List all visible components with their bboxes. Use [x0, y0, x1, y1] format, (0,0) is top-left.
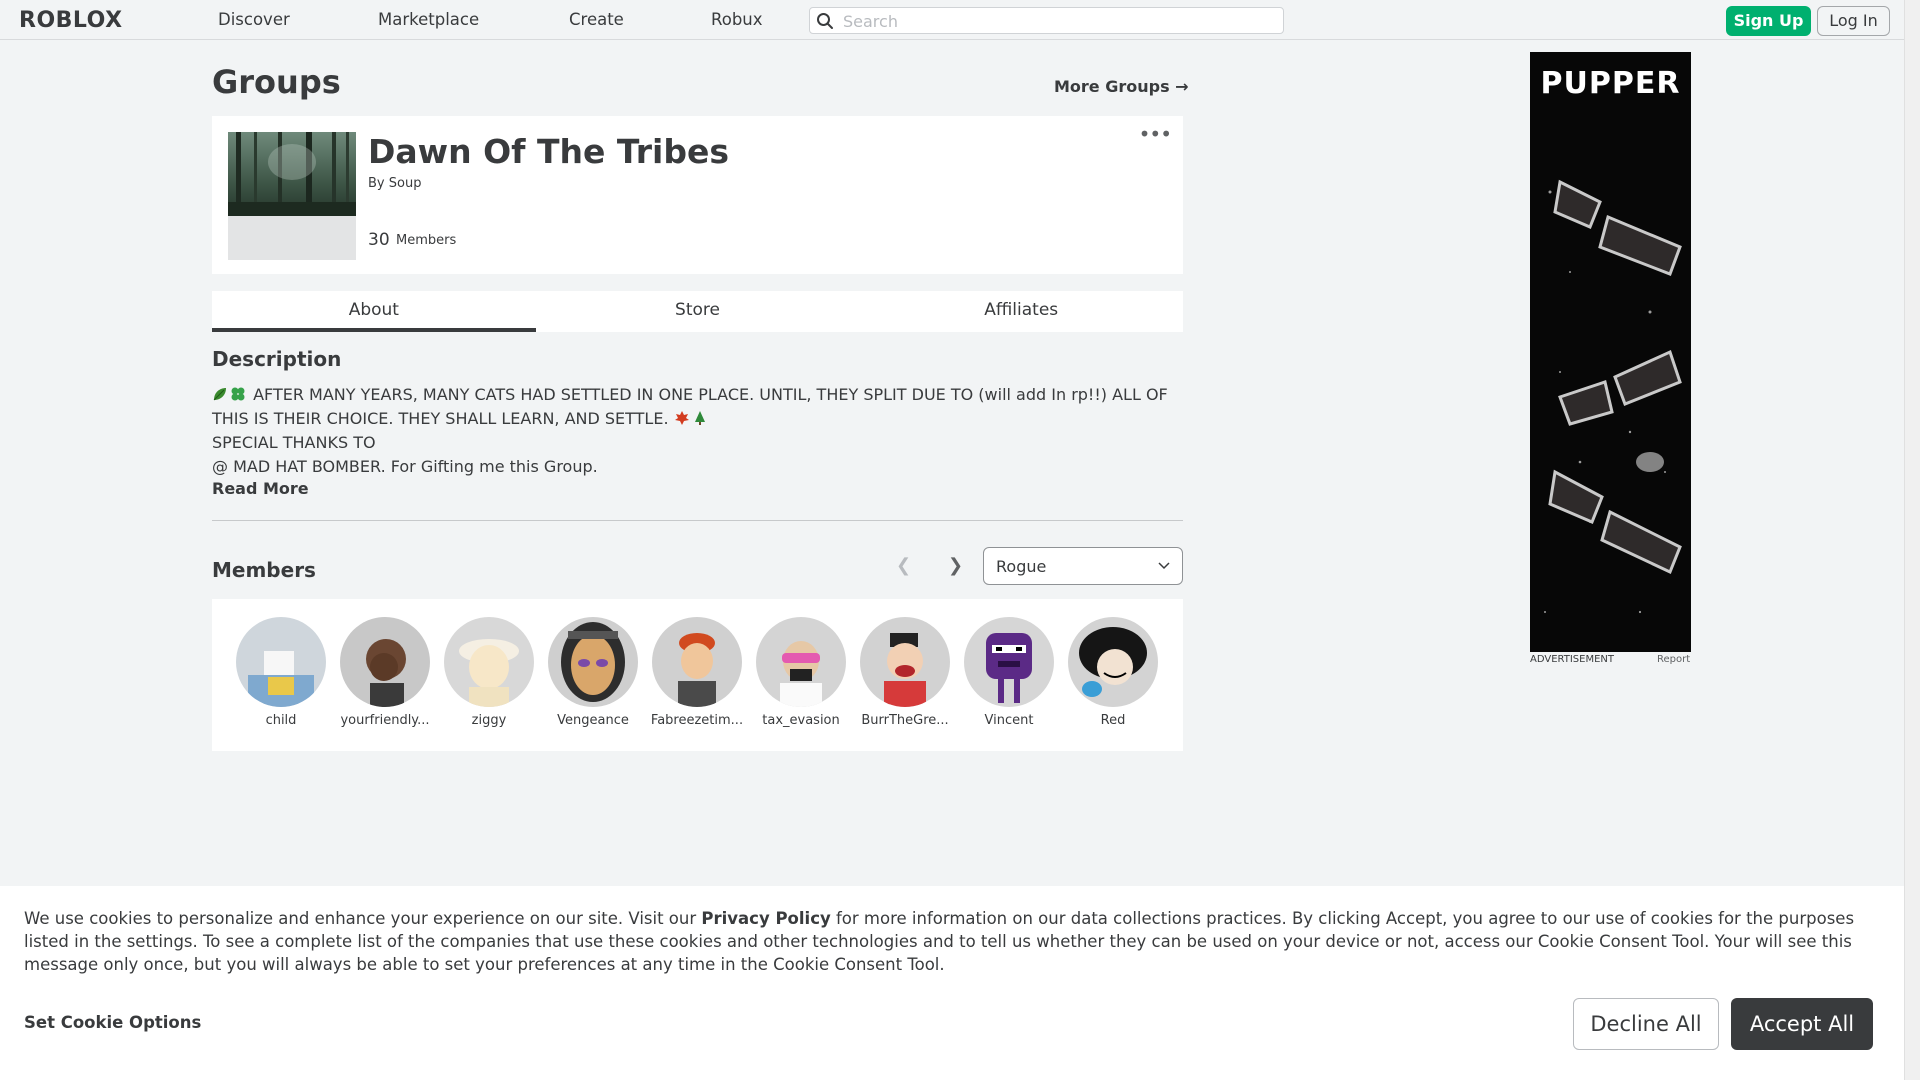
group-emblem [228, 132, 356, 260]
cookie-text-before: We use cookies to personalize and enhanc… [24, 909, 697, 928]
forest-image [228, 132, 356, 216]
more-groups-link[interactable]: More Groups → [1054, 77, 1189, 96]
description-line-1: AFTER MANY YEARS, MANY CATS HAD SETTLED … [212, 385, 1168, 428]
group-owner: By Soup [368, 176, 421, 191]
evergreen-tree-icon [694, 411, 705, 425]
page-title: Groups [212, 63, 341, 101]
member-name[interactable]: tax_evasion [754, 713, 848, 728]
owner-link[interactable]: Soup [389, 176, 422, 191]
member-card[interactable]: Vengeance [546, 617, 640, 728]
page-scrollbar[interactable] [1904, 0, 1920, 1080]
avatar[interactable] [756, 617, 846, 707]
by-label: By [368, 176, 385, 191]
member-card[interactable]: child [234, 617, 328, 728]
section-divider [212, 520, 1183, 521]
tab-store[interactable]: Store [536, 291, 860, 332]
tab-about[interactable]: About [212, 291, 536, 332]
search-box[interactable] [809, 7, 1284, 34]
member-card[interactable]: ziggy [442, 617, 536, 728]
ad-artwork [1544, 179, 1682, 614]
search-icon[interactable] [816, 12, 834, 30]
group-tabs: About Store Affiliates [212, 291, 1183, 332]
member-name[interactable]: Vengeance [546, 713, 640, 728]
member-card[interactable]: tax_evasion [754, 617, 848, 728]
tab-affiliates[interactable]: Affiliates [859, 291, 1183, 332]
member-count-value: 30 [368, 230, 390, 250]
maple-leaf-icon [674, 411, 689, 425]
advertisement-label: ADVERTISEMENT [1530, 654, 1615, 665]
privacy-policy-link[interactable]: Privacy Policy [701, 909, 830, 928]
nav-robux[interactable]: Robux [711, 10, 763, 29]
member-card[interactable]: Fabreezetim... [650, 617, 744, 728]
chevron-left-icon[interactable]: ❮ [896, 555, 911, 576]
member-card[interactable]: yourfriendly... [338, 617, 432, 728]
report-ad-link[interactable]: Report [1657, 654, 1690, 665]
role-dropdown[interactable]: Rogue [983, 547, 1183, 585]
sign-up-button[interactable]: Sign Up [1726, 6, 1811, 36]
members-heading: Members [212, 558, 316, 582]
member-name[interactable]: child [234, 713, 328, 728]
members-list: child yourfriendly... ziggy Vengeance Fa… [212, 599, 1183, 751]
member-name[interactable]: yourfriendly... [338, 713, 432, 728]
roblox-logo[interactable]: ROBLOX [19, 8, 123, 33]
description-line-3: @ MAD HAT BOMBER. For Gifting me this Gr… [212, 457, 598, 476]
group-header-card: Dawn Of The Tribes By Soup 30 Members ••… [212, 116, 1183, 274]
description-heading: Description [212, 347, 342, 371]
description-body: AFTER MANY YEARS, MANY CATS HAD SETTLED … [212, 383, 1172, 479]
nav-marketplace[interactable]: Marketplace [378, 10, 479, 29]
avatar[interactable] [652, 617, 742, 707]
member-count-label: Members [396, 233, 457, 248]
member-card[interactable]: Vincent [962, 617, 1056, 728]
member-name[interactable]: Fabreezetim... [650, 713, 744, 728]
leaf-icon [213, 388, 226, 401]
member-name[interactable]: Red [1066, 713, 1160, 728]
read-more-link[interactable]: Read More [212, 479, 309, 498]
avatar[interactable] [964, 617, 1054, 707]
chevron-down-icon [1158, 562, 1170, 570]
set-cookie-options-link[interactable]: Set Cookie Options [24, 1013, 201, 1032]
chevron-right-icon[interactable]: ❯ [948, 555, 963, 576]
decline-all-button[interactable]: Decline All [1573, 998, 1719, 1050]
member-name[interactable]: ziggy [442, 713, 536, 728]
advertisement-banner[interactable]: PUPPER [1530, 52, 1691, 652]
role-selected-value: Rogue [996, 557, 1047, 576]
member-name[interactable]: BurrTheGre... [858, 713, 952, 728]
clover-icon [231, 387, 245, 401]
member-name[interactable]: Vincent [962, 713, 1056, 728]
log-in-button[interactable]: Log In [1817, 6, 1890, 36]
search-input[interactable] [843, 10, 1273, 32]
avatar[interactable] [340, 617, 430, 707]
nav-discover[interactable]: Discover [218, 10, 290, 29]
accept-all-button[interactable]: Accept All [1731, 998, 1873, 1050]
top-navigation-bar: ROBLOX Discover Marketplace Create Robux… [0, 0, 1904, 40]
description-line-2: SPECIAL THANKS TO [212, 433, 376, 452]
avatar[interactable] [548, 617, 638, 707]
avatar[interactable] [444, 617, 534, 707]
nav-create[interactable]: Create [569, 10, 624, 29]
avatar[interactable] [1068, 617, 1158, 707]
member-card[interactable]: BurrTheGre... [858, 617, 952, 728]
group-name: Dawn Of The Tribes [368, 132, 730, 171]
cookie-message: We use cookies to personalize and enhanc… [24, 907, 1884, 976]
cookie-consent-banner: We use cookies to personalize and enhanc… [0, 886, 1904, 1080]
avatar[interactable] [860, 617, 950, 707]
more-options-icon[interactable]: ••• [1139, 124, 1172, 144]
avatar[interactable] [236, 617, 326, 707]
member-card[interactable]: Red [1066, 617, 1160, 728]
